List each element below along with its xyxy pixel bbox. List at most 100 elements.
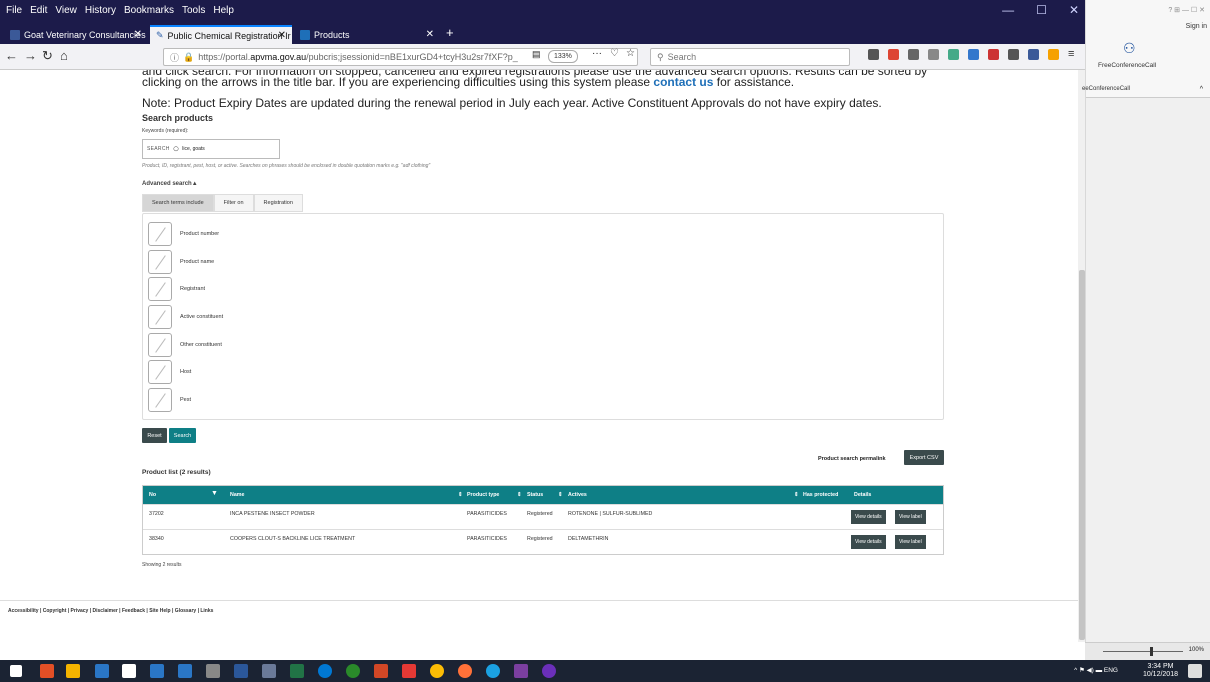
addon-icon[interactable] <box>888 49 899 60</box>
tab-registration[interactable]: Registration <box>253 194 303 212</box>
reload-icon[interactable]: ↻ <box>42 48 53 64</box>
system-tray[interactable]: ^ ⚑ ◀) ▬ ENG <box>1074 666 1118 674</box>
chrome-icon[interactable] <box>430 664 444 678</box>
menu-tools[interactable]: Tools <box>182 5 205 16</box>
home-icon[interactable]: ⌂ <box>60 48 68 63</box>
tab-search-terms[interactable]: Search terms include <box>142 194 214 212</box>
page-actions-icon[interactable]: ··· <box>592 48 602 59</box>
notification-center-icon[interactable] <box>1188 664 1202 678</box>
app-icon[interactable] <box>150 664 164 678</box>
app-icon[interactable] <box>206 664 220 678</box>
term-other-constituent[interactable]: Other constituent <box>148 333 222 357</box>
app-icon[interactable] <box>542 664 556 678</box>
language-indicator[interactable]: ENG <box>1104 667 1118 674</box>
collapse-icon[interactable]: ^ <box>1200 86 1203 93</box>
app-icon[interactable] <box>262 664 276 678</box>
sort-icon[interactable]: ⇕ <box>794 492 798 498</box>
close-tab-icon[interactable]: ✕ <box>426 29 434 40</box>
menu-bookmarks[interactable]: Bookmarks <box>124 5 174 16</box>
view-label-button[interactable]: View label <box>895 510 926 524</box>
close-tab-icon[interactable]: ✕ <box>134 29 142 40</box>
extension-icon[interactable] <box>1048 49 1059 60</box>
outlook-icon[interactable] <box>95 664 109 678</box>
term-product-number[interactable]: Product number <box>148 222 219 246</box>
keyword-search-field[interactable]: SEARCH ○ lice, goats <box>142 139 280 159</box>
powerpoint-icon[interactable] <box>374 664 388 678</box>
extension-icon[interactable] <box>928 49 939 60</box>
app-icon[interactable] <box>486 664 500 678</box>
excel-icon[interactable] <box>290 664 304 678</box>
notification-icon[interactable] <box>988 49 999 60</box>
clock[interactable]: 3:34 PM 10/12/2018 <box>1143 663 1178 679</box>
footer-links[interactable]: Accessibility | Copyright | Privacy | Di… <box>8 608 213 614</box>
tab-filter-on[interactable]: Filter on <box>213 194 254 212</box>
sort-icon[interactable]: ⇕ <box>558 492 562 498</box>
term-pest[interactable]: Pest <box>148 388 191 412</box>
view-details-button[interactable]: View details <box>851 535 886 549</box>
menu-view[interactable]: View <box>55 5 77 16</box>
acrobat-icon[interactable] <box>402 664 416 678</box>
sort-icon[interactable]: ⇕ <box>458 492 462 498</box>
advanced-search-toggle[interactable]: Advanced search▲ <box>142 181 198 187</box>
search-input[interactable]: ⚲ Search <box>650 48 850 66</box>
checkbox[interactable] <box>148 250 172 274</box>
zoom-slider-handle[interactable] <box>1150 647 1153 656</box>
minimize-icon[interactable]: — <box>1002 3 1014 17</box>
term-product-name[interactable]: Product name <box>148 250 214 274</box>
col-no[interactable]: No <box>149 492 156 498</box>
extension-icon[interactable] <box>1008 49 1019 60</box>
zoom-slider[interactable] <box>1103 651 1183 652</box>
onenote-icon[interactable] <box>514 664 528 678</box>
contact-us-link[interactable]: contact us <box>653 75 713 89</box>
library-icon[interactable] <box>868 49 879 60</box>
back-icon[interactable]: ← <box>5 48 18 63</box>
maximize-icon[interactable]: ☐ <box>1036 3 1047 17</box>
forward-icon[interactable]: → <box>24 48 37 63</box>
tab-public-chemical[interactable]: ✎ Public Chemical Registration Ir ✕ <box>150 25 292 44</box>
term-active-constituent[interactable]: Active constituent <box>148 305 223 329</box>
col-has-protected[interactable]: Has protected <box>803 492 838 498</box>
menu-file[interactable]: File <box>6 5 22 16</box>
checkbox[interactable] <box>148 388 172 412</box>
windows-start-icon[interactable] <box>10 665 22 677</box>
menu-history[interactable]: History <box>85 5 116 16</box>
term-registrant[interactable]: Registrant <box>148 277 205 301</box>
col-product-type[interactable]: Product type <box>467 492 499 498</box>
synced-tabs-icon[interactable] <box>908 49 919 60</box>
word-icon[interactable] <box>234 664 248 678</box>
sign-in-link[interactable]: Sign in <box>1186 23 1207 30</box>
checkbox[interactable] <box>148 360 172 384</box>
col-status[interactable]: Status <box>527 492 543 498</box>
export-csv-button[interactable]: Export CSV <box>904 450 944 465</box>
menu-edit[interactable]: Edit <box>30 5 47 16</box>
search-button[interactable]: Search <box>169 428 196 443</box>
view-label-button[interactable]: View label <box>895 535 926 549</box>
term-host[interactable]: Host <box>148 360 191 384</box>
checkbox[interactable] <box>148 222 172 246</box>
checkbox[interactable] <box>148 305 172 329</box>
permalink-link[interactable]: Product search permalink <box>818 456 886 462</box>
firefox-icon[interactable] <box>458 664 472 678</box>
window-controls[interactable]: ? ⊞ — ☐ ✕ <box>1168 6 1205 14</box>
bookmark-star-icon[interactable]: ☆ <box>626 48 635 59</box>
tab-goat[interactable]: Goat Veterinary Consultancies ✕ <box>4 25 148 44</box>
checkbox[interactable] <box>148 333 172 357</box>
reset-button[interactable]: Reset <box>142 428 167 443</box>
app-icon[interactable] <box>346 664 360 678</box>
info-icon[interactable]: ⓘ <box>170 51 179 64</box>
sort-icon[interactable]: ⇕ <box>517 492 521 498</box>
sort-desc-icon[interactable]: ▼ <box>211 490 218 497</box>
store-icon[interactable] <box>66 664 80 678</box>
new-tab-icon[interactable]: + <box>446 25 454 40</box>
close-tab-icon[interactable]: ✕ <box>278 30 286 41</box>
tab-products[interactable]: Products ✕ <box>294 25 440 44</box>
file-icon[interactable] <box>122 664 136 678</box>
extension-icon[interactable] <box>968 49 979 60</box>
facebook-icon[interactable] <box>1028 49 1039 60</box>
view-details-button[interactable]: View details <box>851 510 886 524</box>
col-actives[interactable]: Actives <box>568 492 587 498</box>
menu-help[interactable]: Help <box>213 5 234 16</box>
pocket-icon[interactable]: ♡ <box>610 48 619 59</box>
close-icon[interactable]: ✕ <box>1069 3 1079 17</box>
app-icon[interactable] <box>40 664 54 678</box>
